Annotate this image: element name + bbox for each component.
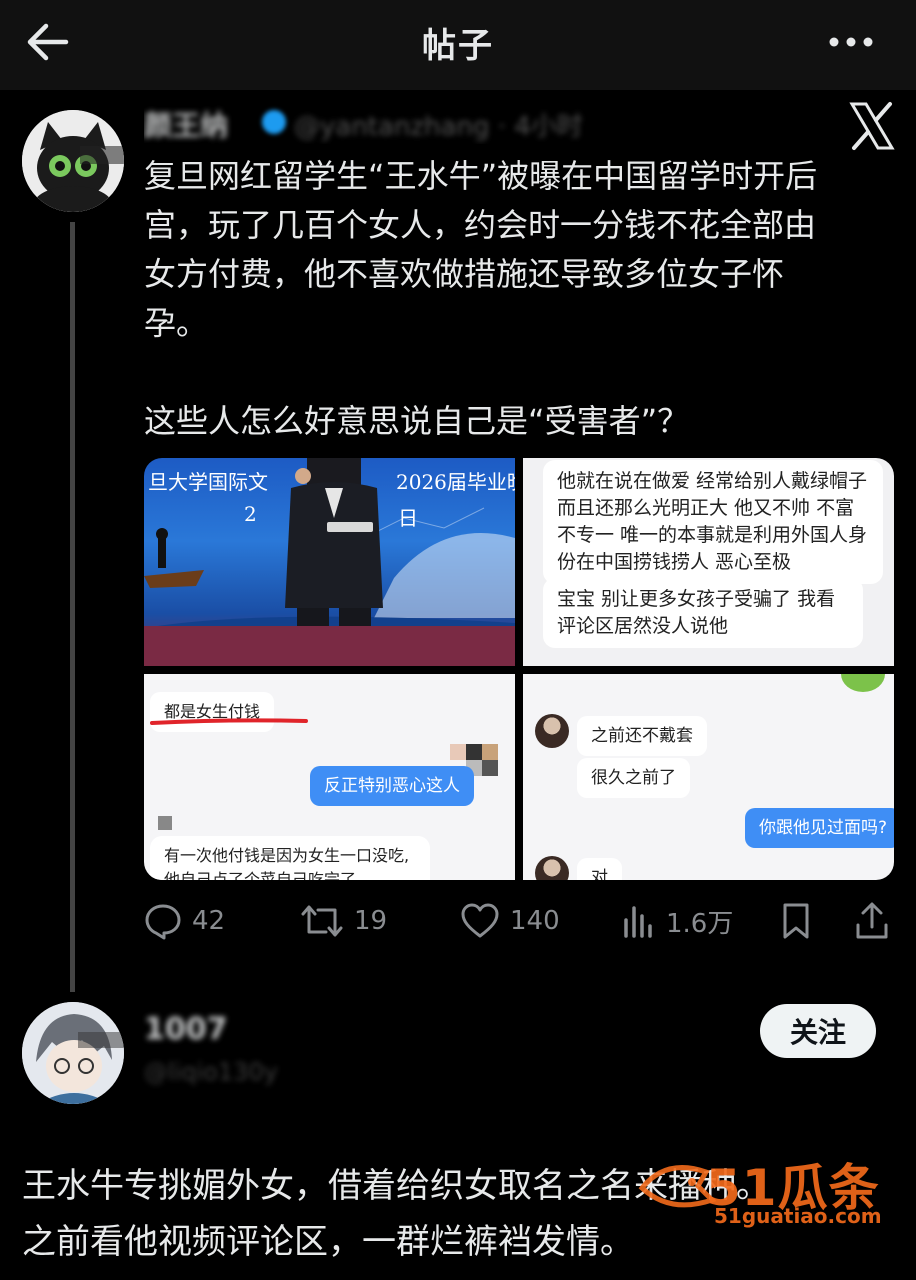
post-line: 这些人怎么好意思说自己是“受害者”？: [144, 402, 690, 440]
x-logo-icon: [849, 102, 895, 150]
author-row[interactable]: 颜王纳 @yantanzhang · 4小时: [144, 104, 664, 144]
watermark-fish-icon: [638, 1165, 716, 1208]
reply-author-avatar[interactable]: [22, 1002, 124, 1104]
views-button[interactable]: 1.6万: [622, 896, 733, 946]
stage-floor: [144, 626, 515, 666]
top-bar: 帖子: [0, 0, 916, 90]
bookmark-button[interactable]: [780, 896, 812, 946]
share-button[interactable]: [854, 896, 890, 946]
author-avatar[interactable]: [22, 110, 124, 212]
reply-button[interactable]: 42: [144, 896, 225, 946]
chat-avatar: [841, 674, 885, 692]
thread-connector-line: [70, 222, 75, 992]
repost-button[interactable]: 19: [300, 896, 387, 946]
follow-button[interactable]: 关注: [760, 1004, 876, 1058]
post-line: 孕。: [144, 304, 209, 342]
watermark-url: 51guatiao.com: [714, 1204, 882, 1228]
like-count: 140: [510, 906, 560, 936]
pixelated-avatar: [450, 744, 466, 760]
chat-bubble: 对: [577, 858, 622, 880]
views-count: 1.6万: [666, 908, 734, 939]
post-body: 复旦网红留学生“王水牛”被曝在中国留学时开后 宫，玩了几百个女人，约会时一分钱不…: [144, 152, 884, 446]
reply-icon: [145, 904, 181, 940]
chat-bubble-sent: 你跟他见过面吗?: [745, 808, 894, 848]
reply-author-handle: @liqio130y: [144, 1058, 278, 1086]
reply-count: 42: [192, 906, 226, 936]
media-image-stage[interactable]: 旦大学国际文 2026届毕业晚 2 日: [144, 458, 515, 666]
anime-avatar-image: [22, 1002, 124, 1104]
media-image-chat-1[interactable]: 他就在说在做爱 经常给别人戴绿帽子而且还那么光明正大 他又不帅 不富不专一 唯一…: [523, 458, 894, 666]
watermark-logo: 51瓜条 51guatiao.com: [636, 1148, 896, 1234]
pixelated-avatar: [466, 744, 482, 760]
pixelated-avatar: [482, 760, 498, 776]
red-underline-mark: [150, 718, 308, 725]
chat-bubble: 都是女生付钱: [150, 692, 275, 732]
more-icon[interactable]: [826, 24, 876, 60]
chat-bubble: 有一次他付钱是因为女生一口没吃,他自己点了个菜自己吃完了: [150, 836, 430, 880]
like-icon: [461, 903, 499, 938]
media-image-chat-2[interactable]: 都是女生付钱 反正特别恶心这人 有一次他付钱是因为女生一口没吃,他自己点了个菜自…: [144, 674, 515, 880]
cat-avatar-image: [22, 110, 124, 212]
chat-bubble: 他就在说在做爱 经常给别人戴绿帽子而且还那么光明正大 他又不帅 不富不专一 唯一…: [543, 460, 883, 584]
views-icon: [624, 906, 652, 938]
bookmark-icon: [783, 903, 809, 939]
verified-badge-icon: [262, 110, 286, 134]
author-handle: @yantanzhang · 4小时: [294, 112, 583, 142]
author-name[interactable]: 颜王纳: [144, 104, 228, 144]
pixelated-avatar: [482, 744, 498, 760]
repost-icon: [301, 905, 343, 937]
media-grid: 旦大学国际文 2026届毕业晚 2 日 他就在说在做爱 经常给别人戴绿帽子而且还…: [144, 458, 894, 880]
post-line: 复旦网红留学生“王水牛”被曝在中国留学时开后: [144, 157, 818, 195]
chat-bubble-sent: 反正特别恶心这人: [310, 766, 474, 806]
chat-bubble: 宝宝 别让更多女孩子受骗了 我看评论区居然没人说他: [543, 578, 863, 648]
reply-author-name[interactable]: 1007: [144, 1012, 228, 1047]
chat-avatar: [535, 714, 569, 748]
repost-count: 19: [354, 906, 388, 936]
media-image-chat-3[interactable]: 之前还不戴套 很久之前了 你跟他见过面吗? 对: [523, 674, 894, 880]
post-line: 女方付费，他不喜欢做措施还导致多位女子怀: [144, 255, 785, 293]
chat-bubble: 很久之前了: [577, 758, 690, 798]
chat-avatar: [535, 856, 569, 880]
post-action-bar: 42 19 140 1.6万: [144, 896, 894, 946]
chat-bubble: 之前还不戴套: [577, 716, 707, 756]
post-line: 宫，玩了几百个女人，约会时一分钱不花全部由: [144, 206, 817, 244]
page-title: 帖子: [422, 26, 494, 66]
share-icon: [856, 902, 888, 939]
like-button[interactable]: 140: [460, 896, 560, 946]
pixelated-avatar: [158, 816, 172, 830]
